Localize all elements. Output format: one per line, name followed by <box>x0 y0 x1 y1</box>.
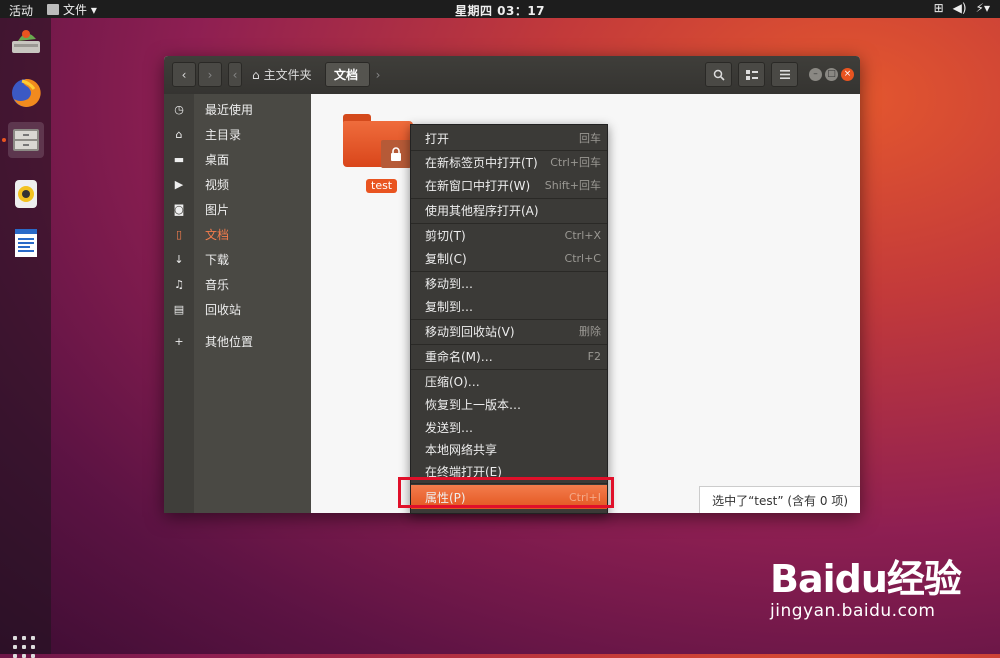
sidebar-item-videos[interactable]: ▶ 视频 <box>164 172 311 196</box>
running-indicator <box>2 138 6 142</box>
status-bar: 选中了“test” (含有 0 项) <box>699 486 860 513</box>
home-icon: ⌂ <box>175 127 183 141</box>
chevron-right-icon: › <box>207 67 213 82</box>
breadcrumb-home[interactable]: ⌂ 主文件夹 <box>244 62 320 87</box>
maximize-button[interactable]: □ <box>825 68 838 81</box>
clock[interactable]: 星期四 03：17 <box>0 2 1000 19</box>
rhythmbox-icon[interactable] <box>8 176 44 212</box>
menu-item-move-to-trash[interactable]: 移动到回收站(V) 删除 <box>411 320 607 342</box>
libreoffice-writer-icon[interactable] <box>8 225 44 261</box>
sidebar-item-home[interactable]: ⌂ 主目录 <box>164 122 311 146</box>
menu-item-open-new-tab[interactable]: 在新标签页中打开(T) Ctrl+回车 <box>411 151 607 173</box>
forward-button[interactable]: › <box>198 62 222 87</box>
close-button[interactable]: × <box>841 68 854 81</box>
sidebar-item-other-locations[interactable]: + 其他位置 <box>164 329 311 353</box>
watermark-url: jingyan.baidu.com <box>770 601 936 621</box>
menu-button[interactable] <box>771 62 798 87</box>
watermark-brand: Baidu经验 <box>770 557 962 601</box>
clock-icon: ◷ <box>174 102 184 116</box>
menu-item-open-new-window[interactable]: 在新窗口中打开(W) Shift+回车 <box>411 174 607 196</box>
files-icon[interactable] <box>8 122 44 158</box>
volume-icon[interactable]: ◀) <box>953 1 967 15</box>
search-icon <box>713 69 725 81</box>
trash-icon: ▤ <box>173 302 185 316</box>
home-icon: ⌂ <box>252 67 260 82</box>
folder-icon: ▬ <box>173 152 185 166</box>
breadcrumb-scroll-right[interactable]: › <box>371 62 385 87</box>
document-icon: ▯ <box>175 227 183 241</box>
context-menu: 打开 回车 在新标签页中打开(T) Ctrl+回车 在新窗口中打开(W) Shift+… <box>410 124 608 514</box>
music-icon: ♫ <box>174 277 184 291</box>
sidebar-item-desktop[interactable]: ▬ 桌面 <box>164 147 311 171</box>
minimize-button[interactable]: – <box>809 68 822 81</box>
dock <box>0 18 51 658</box>
view-grid-icon <box>745 69 758 80</box>
menu-item-send-to[interactable]: 发送到… <box>411 416 607 438</box>
plus-icon: + <box>174 334 184 348</box>
sidebar-item-music[interactable]: ♫ 音乐 <box>164 272 311 296</box>
download-icon: ↓ <box>174 252 184 266</box>
menu-item-restore-previous[interactable]: 恢复到上一版本… <box>411 393 607 415</box>
breadcrumb-current[interactable]: 文档 <box>325 62 370 87</box>
minimize-icon: – <box>813 69 818 79</box>
lock-icon <box>381 140 411 168</box>
watermark: Baidu经验 jingyan.baidu.com <box>770 548 962 621</box>
menu-item-copy-to[interactable]: 复制到… <box>411 295 607 317</box>
sidebar-item-trash[interactable]: ▤ 回收站 <box>164 297 311 321</box>
file-name-label[interactable]: test <box>366 179 398 193</box>
maximize-icon: □ <box>827 69 836 79</box>
video-icon: ▶ <box>174 177 184 191</box>
show-applications-icon[interactable] <box>13 636 35 658</box>
back-button[interactable]: ‹ <box>172 62 196 87</box>
menu-item-rename[interactable]: 重命名(M)… F2 <box>411 345 607 367</box>
menu-item-copy[interactable]: 复制(C) Ctrl+C <box>411 247 607 269</box>
firefox-icon[interactable] <box>8 75 44 111</box>
network-icon[interactable]: ⊞ <box>934 1 944 15</box>
close-icon: × <box>843 69 852 79</box>
sidebar-item-downloads[interactable]: ↓ 下载 <box>164 247 311 271</box>
disk-install-icon[interactable] <box>8 24 44 60</box>
view-options-button[interactable] <box>738 62 765 87</box>
top-bar: 活动 文件 ▾ 星期四 03：17 ⊞ ◀) ⚡▾ <box>0 0 1000 18</box>
camera-icon: ◙ <box>173 202 185 216</box>
system-tray[interactable]: ⊞ ◀) ⚡▾ <box>934 1 990 15</box>
sidebar-item-pictures[interactable]: ◙ 图片 <box>164 197 311 221</box>
breadcrumb-scroll-left[interactable]: ‹ <box>228 62 242 87</box>
menu-item-open-with[interactable]: 使用其他程序打开(A) <box>411 199 607 221</box>
sidebar: ◷ 最近使用 ⌂ 主目录 ▬ 桌面 ▶ 视频 ◙ 图片 ▯ 文档 ↓ 下载 ♫ 音乐 ▤ 回收站 … <box>164 94 311 513</box>
chevron-left-icon: ‹ <box>181 67 187 82</box>
menu-item-move-to[interactable]: 移动到… <box>411 272 607 294</box>
sidebar-item-documents[interactable]: ▯ 文档 <box>164 222 311 246</box>
power-icon[interactable]: ⚡▾ <box>976 1 990 15</box>
menu-item-local-share[interactable]: 本地网络共享 <box>411 438 607 460</box>
search-button[interactable] <box>705 62 732 87</box>
header-bar: ‹ › ‹ ⌂ 主文件夹 文档 › – □ × <box>164 56 860 95</box>
sidebar-item-recent[interactable]: ◷ 最近使用 <box>164 97 311 121</box>
breadcrumb-home-label: 主文件夹 <box>263 68 312 82</box>
menu-item-open[interactable]: 打开 回车 <box>411 127 607 149</box>
hamburger-icon <box>779 70 790 79</box>
folder-icon[interactable] <box>343 114 413 168</box>
annotation-highlight-box <box>398 477 614 508</box>
menu-item-compress[interactable]: 压缩(O)… <box>411 370 607 392</box>
menu-item-cut[interactable]: 剪切(T) Ctrl+X <box>411 224 607 246</box>
